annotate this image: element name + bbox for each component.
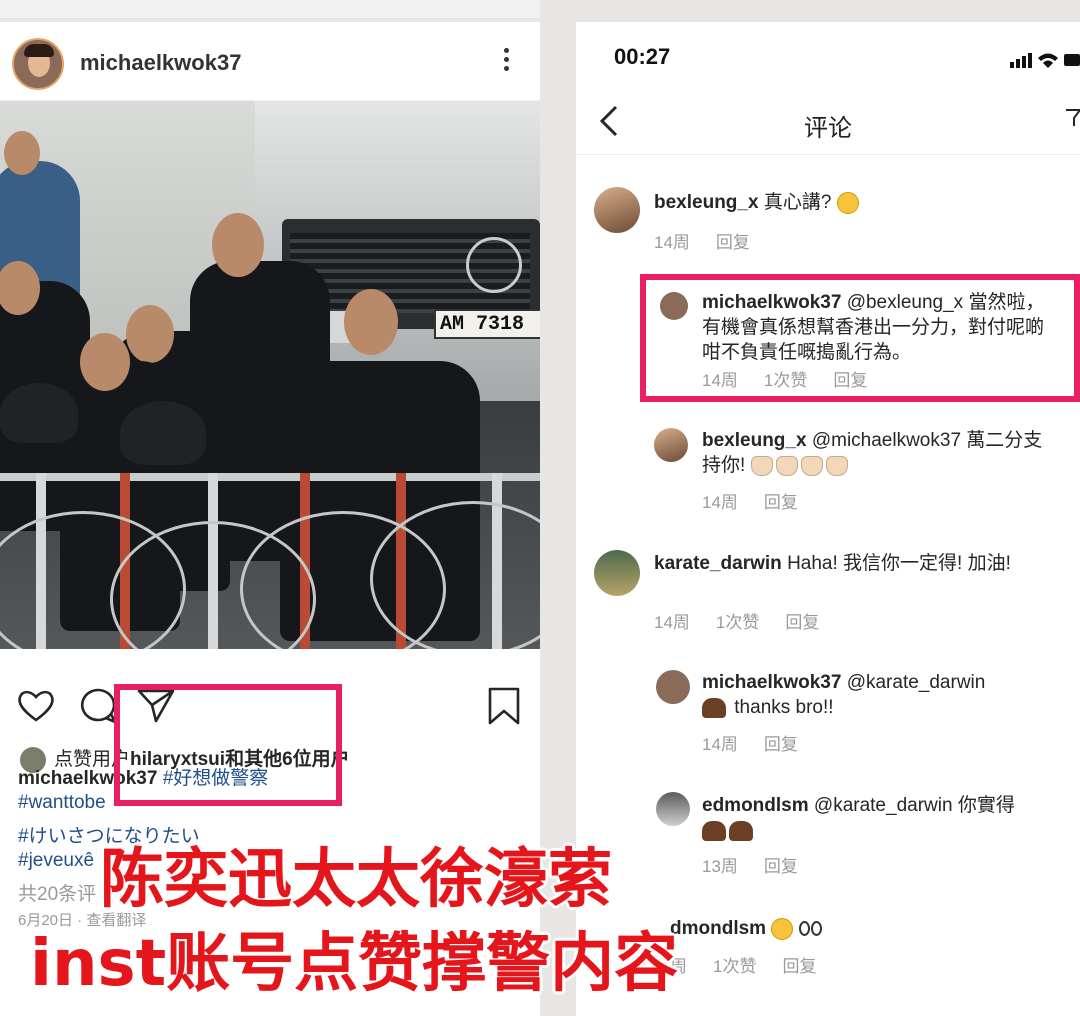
status-time: 00:27	[614, 44, 671, 69]
photo-officer-head	[80, 333, 130, 391]
photo-truck-emblem	[466, 237, 522, 293]
comment-text: bexleung_x 真心講?	[654, 190, 1064, 215]
top-edge-strip	[0, 0, 540, 18]
commenter-avatar[interactable]	[654, 428, 688, 462]
overlay-headline-line2: inst账号点赞撑警内容	[30, 927, 679, 1001]
comment-age: 14周	[654, 613, 690, 632]
reply-button[interactable]: 回复	[716, 233, 750, 252]
comment-meta: 14周 回复	[702, 488, 824, 513]
reply-button[interactable]: 回复	[782, 957, 816, 976]
photo-helmet	[120, 401, 206, 465]
photo-fence-rail	[0, 473, 540, 481]
comment-meta: 14周 1次赞 回复	[654, 608, 845, 633]
status-icons	[1010, 53, 1080, 68]
comment-age: 14周	[702, 493, 738, 512]
post-header: michaelkwok37	[0, 22, 540, 101]
comment-text: bexleung_x @michaelkwok37 萬二分支持你!	[702, 428, 1052, 478]
comment-username[interactable]: karate_darwin	[654, 553, 782, 574]
post-photo[interactable]: AM 7318	[0, 101, 540, 649]
thumbs-up-icon	[702, 820, 726, 841]
raised-hands-icon	[800, 455, 823, 476]
comment-text: michaelkwok37 @karate_darwin thanks bro!…	[702, 670, 1052, 720]
raised-hands-icon	[750, 455, 773, 476]
comment-mention[interactable]: @karate_darwin	[814, 795, 953, 816]
comment-likes[interactable]: 1次赞	[713, 957, 756, 976]
eyes-emoji-icon	[810, 921, 822, 937]
photo-license-plate: AM 7318	[434, 309, 540, 339]
filter-icon[interactable]	[1066, 108, 1080, 128]
comments-title: 评论	[804, 115, 852, 142]
raised-hands-icon	[775, 455, 798, 476]
photo-officer-head	[126, 305, 174, 363]
comment-meta: 周 1次赞 回复	[670, 952, 842, 977]
comments-panel: 00:27 评论 bexleung_x 真心講? 14周 回复 michaelkw…	[576, 22, 1080, 1016]
comment-username[interactable]: edmondlsm	[702, 795, 809, 816]
comment-meta: 13周 回复	[702, 852, 824, 877]
comment-body: 你實得	[957, 795, 1015, 816]
caption-hashtag-2[interactable]: #wanttobe	[18, 792, 106, 814]
comment-text: dmondlsm	[670, 916, 1050, 941]
comment-age: 14周	[654, 233, 690, 252]
flexed-biceps-icon	[702, 697, 726, 718]
reply-button[interactable]: 回复	[764, 857, 798, 876]
caption-hashtag-4[interactable]: #jeveuxê	[18, 850, 94, 872]
commenter-avatar[interactable]	[594, 550, 640, 596]
comment-likes[interactable]: 1次赞	[716, 613, 759, 632]
raised-hands-icon	[825, 455, 848, 476]
photo-helmet	[0, 383, 78, 443]
comment-age: 14周	[702, 735, 738, 754]
post-author-username[interactable]: michaelkwok37	[80, 50, 241, 76]
avatar-hair	[24, 44, 54, 57]
comment-age: 13周	[702, 857, 738, 876]
comment-body: Haha! 我信你一定得! 加油!	[787, 553, 1011, 574]
comment-body: thanks bro!!	[734, 697, 834, 718]
highlight-box-reply	[640, 274, 1080, 402]
commenter-avatar[interactable]	[656, 670, 690, 704]
comment-body: 真心講?	[763, 192, 832, 213]
astonished-face-emoji-icon	[771, 917, 794, 940]
commenter-avatar[interactable]	[594, 187, 640, 233]
nerd-emoji-icon	[836, 191, 859, 214]
eyes-emoji-icon	[798, 921, 810, 937]
photo-officer-head	[344, 289, 398, 355]
comment-mention[interactable]: @karate_darwin	[847, 672, 986, 693]
comment-username[interactable]: bexleung_x	[654, 192, 759, 213]
flexed-biceps-icon	[729, 820, 753, 841]
comment-meta: 14周 回复	[702, 730, 824, 755]
commenter-avatar[interactable]	[656, 792, 690, 826]
post-author-avatar[interactable]	[12, 38, 64, 90]
reply-button[interactable]: 回复	[764, 493, 798, 512]
more-options-icon[interactable]	[496, 48, 516, 78]
heart-icon[interactable]	[16, 686, 56, 726]
comment-username[interactable]: michaelkwok37	[702, 672, 841, 693]
reply-button[interactable]: 回复	[785, 613, 819, 632]
comment-username[interactable]: dmondlsm	[670, 918, 766, 939]
bookmark-icon[interactable]	[486, 686, 522, 726]
highlight-box-liked-by	[114, 684, 342, 806]
reply-button[interactable]: 回复	[764, 735, 798, 754]
comment-mention[interactable]: @michaelkwok37	[812, 430, 961, 451]
view-all-comments-link[interactable]: 共20条评	[18, 879, 96, 906]
photo-officer-head	[4, 131, 40, 175]
comment-username[interactable]: bexleung_x	[702, 430, 807, 451]
photo-officer-head	[212, 213, 264, 277]
comment-meta: 14周 回复	[654, 228, 776, 253]
comment-text: edmondlsm @karate_darwin 你實得	[702, 793, 1062, 843]
comment-icon[interactable]	[78, 686, 118, 726]
comment-text: karate_darwin Haha! 我信你一定得! 加油!	[654, 551, 1054, 576]
comments-nav-bar: 评论	[576, 94, 1080, 155]
overlay-headline-line1: 陈奕迅太太徐濠萦	[100, 843, 612, 917]
